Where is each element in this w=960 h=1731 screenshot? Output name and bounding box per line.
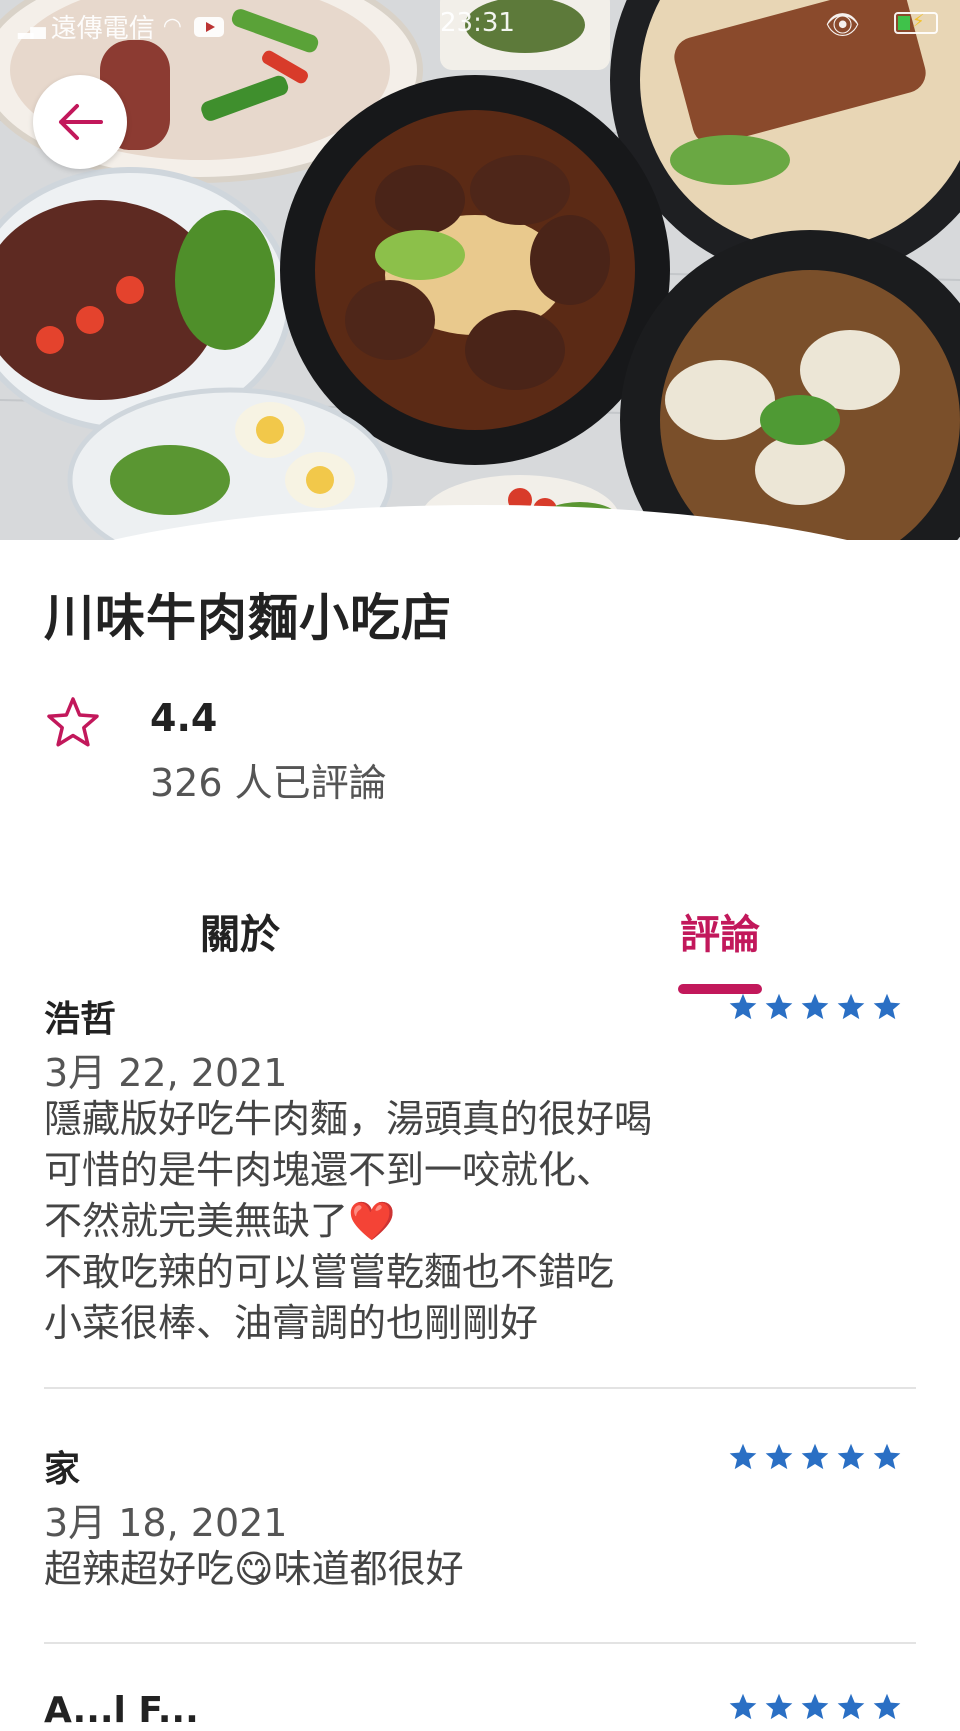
back-button[interactable] xyxy=(33,75,127,169)
star-filled-icon xyxy=(837,993,865,1020)
review-stars xyxy=(728,1442,902,1471)
eye-icon: 👁 xyxy=(825,8,861,41)
star-filled-icon xyxy=(801,993,829,1020)
rating-value: 4.4 xyxy=(150,696,218,740)
review-author: A...l F... xyxy=(44,1690,199,1731)
restaurant-name: 川味牛肉麵小吃店 xyxy=(44,589,452,647)
battery-level xyxy=(898,16,910,30)
review-count: 326 人已評論 xyxy=(150,761,387,805)
star-filled-icon xyxy=(729,1443,757,1470)
review-item: 家 3月 18, 2021 超辣超好吃😋味道都很好 xyxy=(44,1440,916,1591)
divider xyxy=(44,1642,916,1644)
youtube-icon xyxy=(193,16,224,37)
divider xyxy=(44,1387,916,1389)
status-bar: ▂▄ 遠傳電信 ◠ 23:31 👁 ⚡ xyxy=(0,0,960,50)
charging-icon: ⚡ xyxy=(912,11,925,32)
star-filled-icon xyxy=(765,1443,793,1470)
star-filled-icon xyxy=(873,1443,901,1470)
star-filled-icon xyxy=(873,993,901,1020)
carrier-label: 遠傳電信 xyxy=(50,14,155,44)
review-item: A...l F... xyxy=(44,1690,916,1731)
star-filled-icon xyxy=(729,993,757,1020)
review-author: 家 xyxy=(44,1449,81,1490)
battery-icon: ⚡ xyxy=(894,11,938,34)
signal-icon: ▂▄ xyxy=(18,14,46,39)
star-filled-icon xyxy=(801,1443,829,1470)
tab-about[interactable]: 關於 xyxy=(200,902,280,960)
review-date: 3月 22, 2021 xyxy=(44,1051,288,1095)
tab-reviews[interactable]: 評論 xyxy=(680,902,760,960)
star-filled-icon xyxy=(765,993,793,1020)
clock: 23:31 xyxy=(440,8,515,38)
review-item: 浩哲 3月 22, 2021 隱藏版好吃牛肉麵，湯頭真的很好喝 可惜的是牛肉塊還… xyxy=(44,990,916,1350)
carrier: ▂▄ 遠傳電信 ◠ xyxy=(18,8,224,45)
arrow-left-icon xyxy=(59,104,103,140)
review-text: 超辣超好吃😋味道都很好 xyxy=(44,1547,464,1591)
review-stars xyxy=(728,992,902,1021)
review-date: 3月 18, 2021 xyxy=(44,1501,288,1545)
hero-image xyxy=(0,0,960,540)
star-filled-icon xyxy=(837,1443,865,1470)
food-photo xyxy=(0,0,960,540)
review-text: 隱藏版好吃牛肉麵，湯頭真的很好喝 可惜的是牛肉塊還不到一咬就化、 不然就完美無缺… xyxy=(44,1097,653,1345)
wifi-icon: ◠ xyxy=(162,14,182,39)
star-outline-icon xyxy=(47,697,99,747)
review-author: 浩哲 xyxy=(44,999,117,1040)
